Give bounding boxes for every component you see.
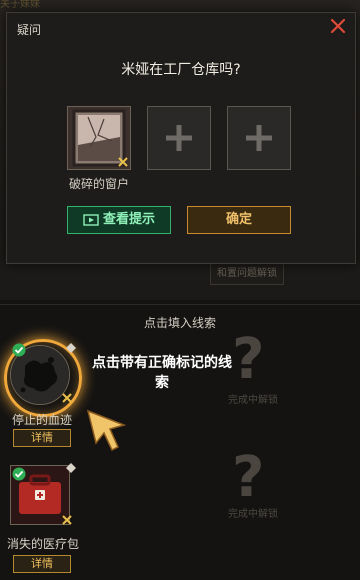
corner-mark-icon (62, 393, 72, 403)
slot-1-label: 破碎的窗户 (68, 177, 129, 191)
locked-question-mark: ? (232, 445, 265, 510)
corner-mark-icon (62, 515, 72, 525)
diamond-icon (66, 463, 76, 473)
tutorial-tip: 点击带有正确标记的线索 (92, 355, 232, 391)
answer-slot-3[interactable] (227, 106, 291, 170)
locked-subtext: 完成中解锁 (228, 509, 278, 520)
clue-detail-button[interactable]: 详情 (13, 429, 71, 447)
panel-title: 点击填入线索 (143, 316, 216, 330)
confirm-label: 确定 (225, 212, 252, 227)
diamond-icon (66, 343, 76, 353)
confirm-button[interactable]: 确定 (187, 206, 291, 234)
clue-name-medkit: 消失的医疗包 (6, 537, 79, 551)
locked-question-mark: ? (232, 327, 265, 392)
plus-icon (246, 125, 272, 151)
view-hint-button[interactable]: 查看提示 (67, 206, 171, 234)
plus-icon (166, 125, 192, 151)
locked-subtext: 完成中解锁 (228, 395, 278, 406)
clue-detail-button[interactable]: 详情 (13, 555, 71, 573)
check-icon (12, 467, 26, 481)
question-dialog: 疑问 米娅在工厂仓库吗? 破碎的窗户 查看提示 确定 (6, 12, 356, 264)
background-hint-button: 和置问题解锁 (210, 263, 284, 285)
clue-name-blood: 停止的血迹 (11, 413, 72, 427)
corner-mark-icon (118, 157, 128, 167)
question-text: 米娅在工厂仓库吗? (121, 62, 241, 78)
clue-panel: 点击填入线索 ? 完成中解锁 ? 完成中解锁 停止的血迹 详情 点击带有正确标记… (0, 304, 360, 580)
close-icon[interactable] (329, 17, 347, 35)
answer-slot-1[interactable] (67, 106, 131, 170)
check-icon (12, 343, 26, 357)
pointer-arrow-icon (86, 409, 127, 452)
dialog-title: 疑问 (17, 23, 42, 37)
video-icon (83, 213, 99, 226)
answer-slot-2[interactable] (147, 106, 211, 170)
background-top-text: 关于妹妹 (0, 0, 40, 10)
view-hint-label: 查看提示 (102, 212, 155, 227)
